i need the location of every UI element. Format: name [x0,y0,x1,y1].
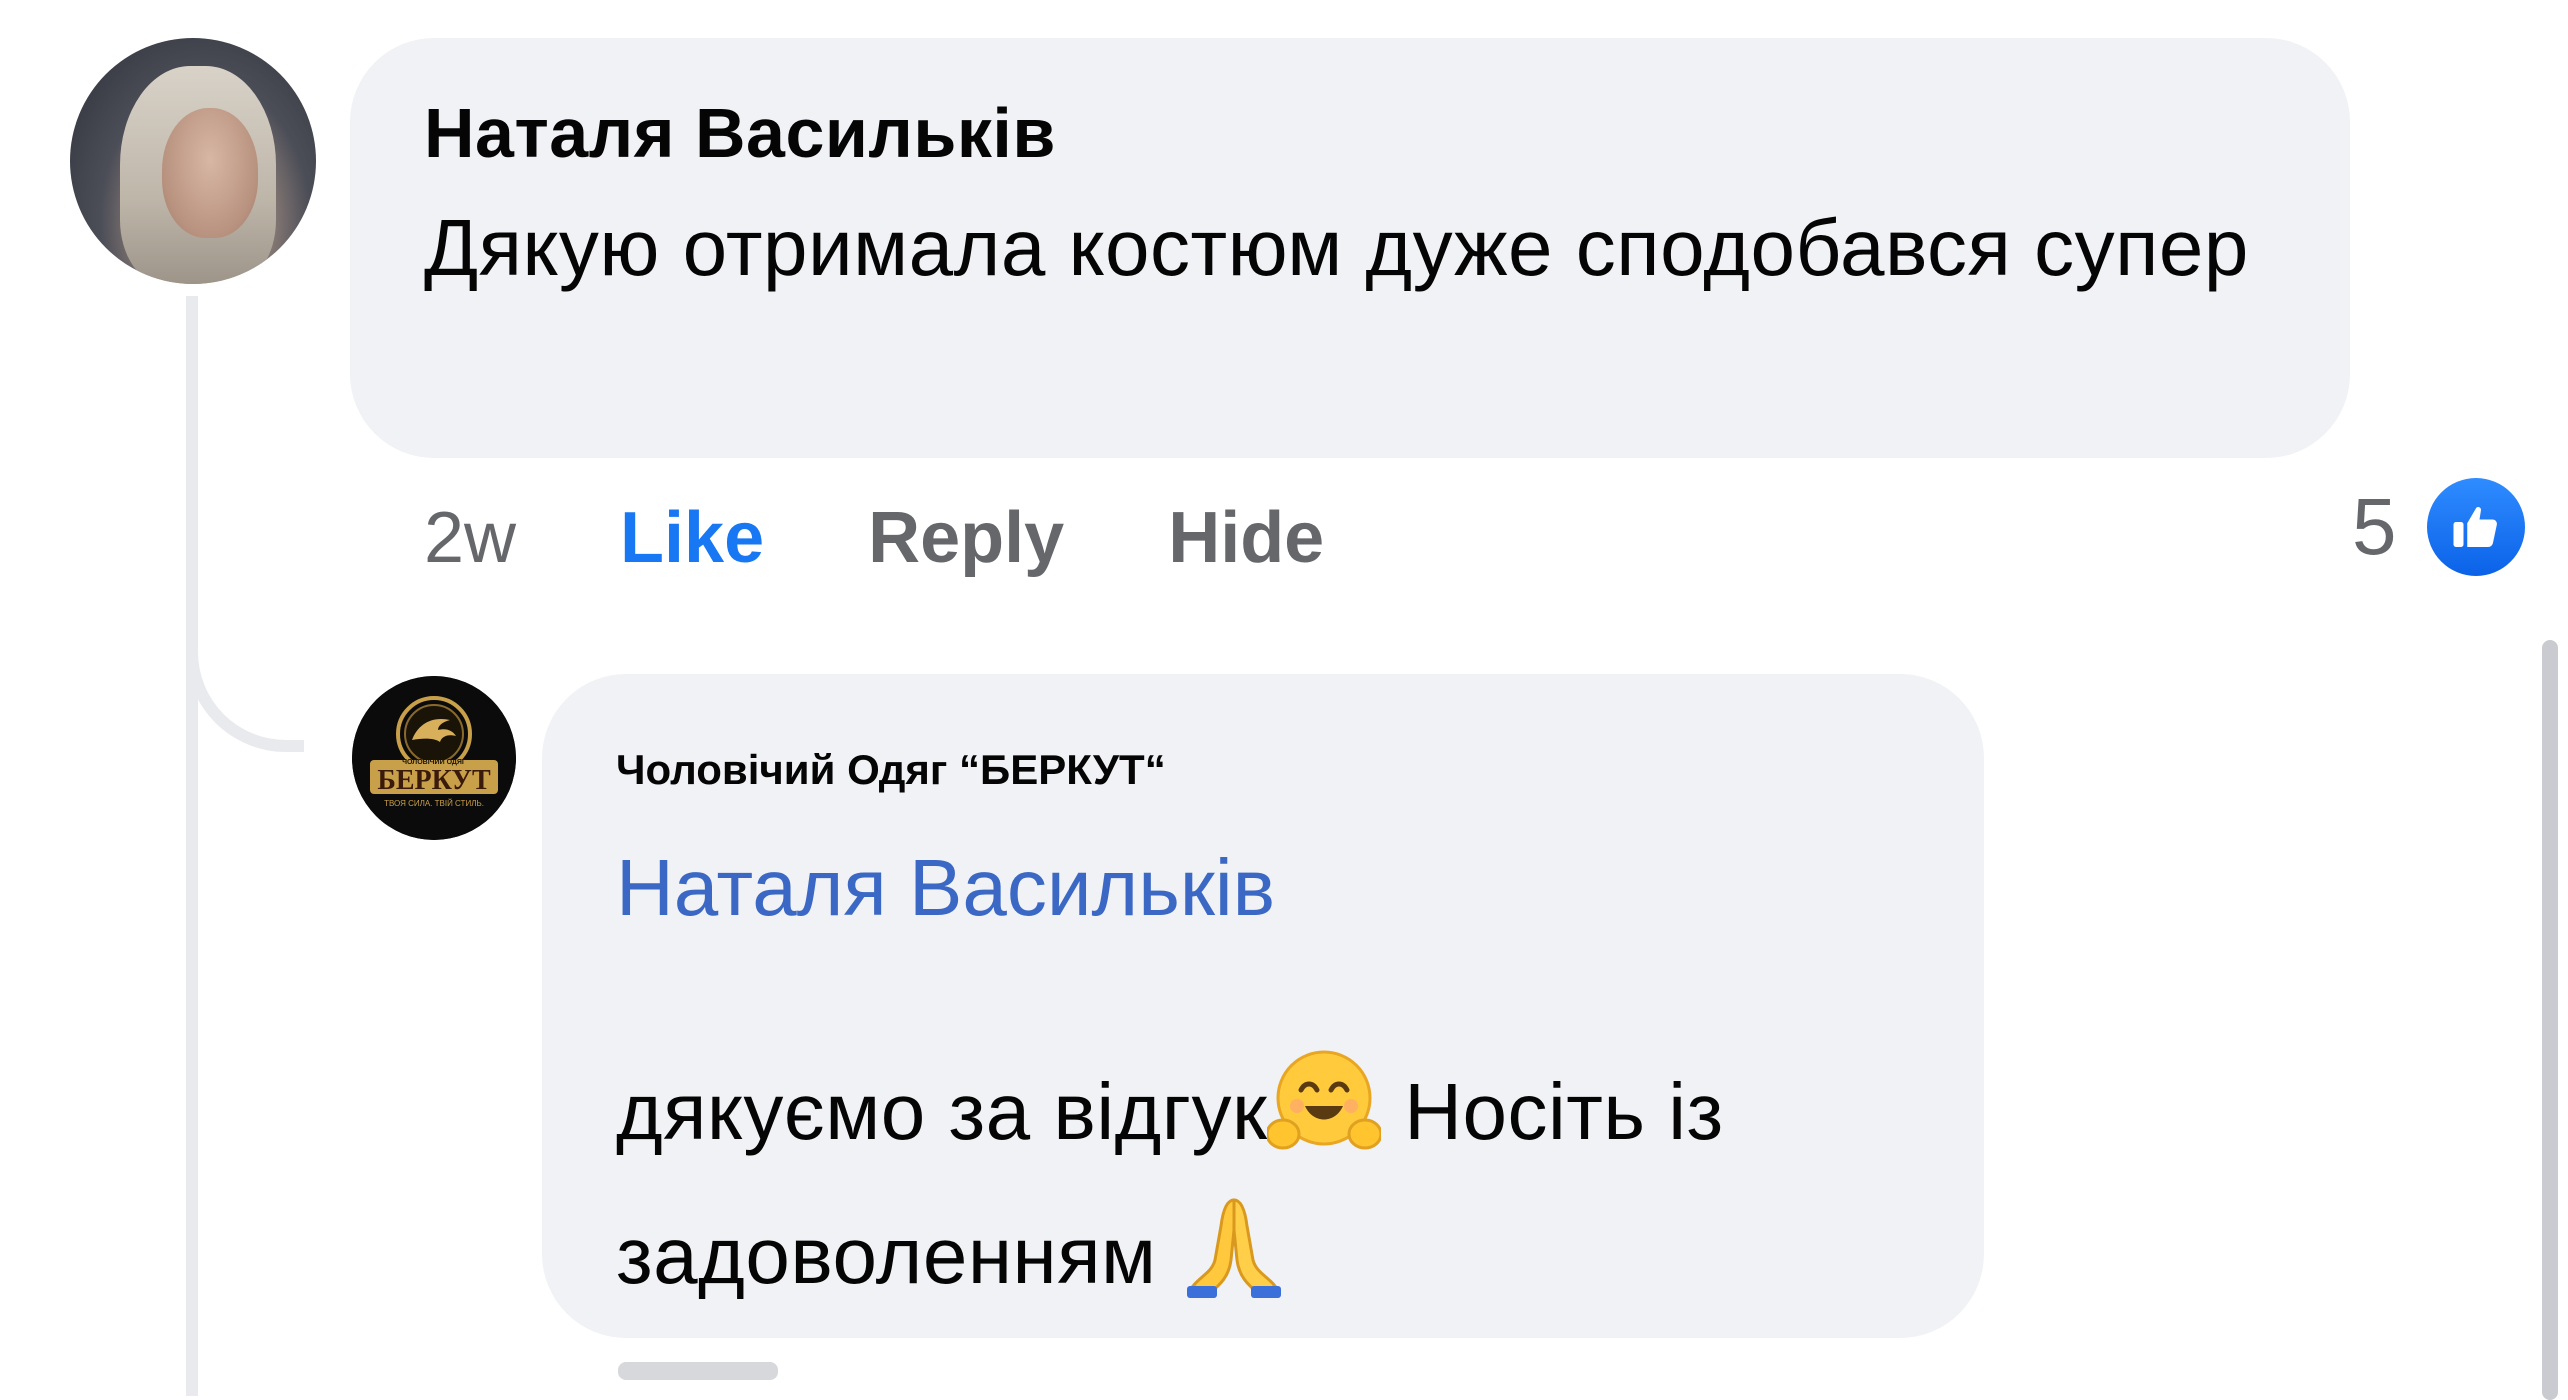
comment-time[interactable]: 2w [424,497,516,579]
reply-bubble: Чоловічий Одяг “БЕРКУТ“ Наталя Васильків… [542,674,1984,1338]
logo-brand: БЕРКУТ [377,765,491,796]
avatar[interactable] [70,38,316,284]
like-button[interactable]: Like [620,497,764,579]
reply-author[interactable]: Чоловічий Одяг “БЕРКУТ“ [616,742,1914,798]
thread-connector [186,640,304,752]
reply-button[interactable]: Reply [868,497,1064,579]
reply-text-part1: дякуємо за відгук [616,1067,1268,1157]
folded-hands-emoji [1179,1190,1289,1334]
brand-avatar[interactable]: ЧОЛОВІЧИЙ ОДЯГ БЕРКУТ ТВОЯ СИЛА. ТВІЙ СТ… [352,676,516,840]
avatar-face [162,108,258,238]
thread-line [186,296,198,1396]
hide-button[interactable]: Hide [1168,497,1324,579]
reply-text: дякуємо за відгук Носіть із задоволенням [616,1046,1914,1334]
hugging-face-emoji [1265,1046,1383,1190]
reaction-summary[interactable]: 5 [2352,472,2525,582]
logo-tagline: ТВОЯ СИЛА. ТВІЙ СТИЛЬ. [384,799,484,808]
reply-actions-partial [618,1362,778,1380]
comment-bubble: Наталя Васильків Дякую отримала костюм д… [350,38,2350,458]
scrollbar[interactable] [2542,640,2558,1400]
comment-author[interactable]: Наталя Васильків [424,90,2280,176]
comment-text: Дякую отримала костюм дуже сподобався су… [424,203,2249,292]
thumbs-up-icon [2426,478,2525,576]
comment-actions: 2w Like Reply Hide [424,488,1428,588]
mention-link[interactable]: Наталя Васильків [616,838,1914,938]
reaction-count: 5 [2352,482,2397,571]
